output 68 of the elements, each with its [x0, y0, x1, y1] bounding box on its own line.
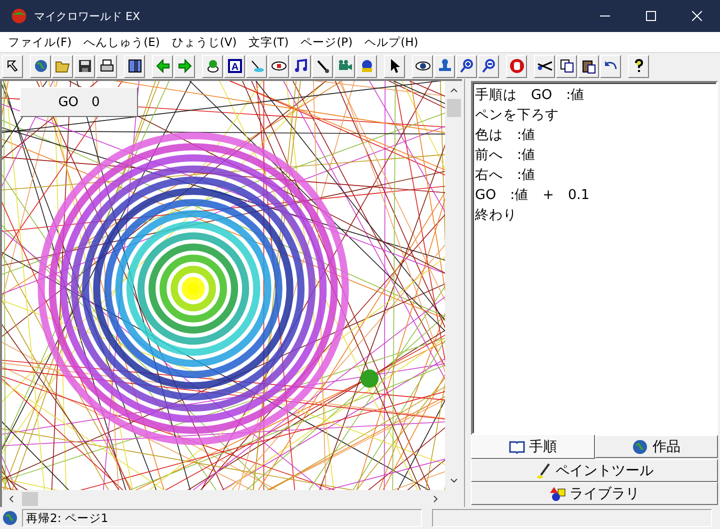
save-button[interactable]: [74, 54, 95, 78]
open-folder-button[interactable]: [52, 54, 73, 78]
code-line: GO :値 + 0.1: [475, 186, 590, 205]
stamp-icon: [436, 58, 452, 74]
undo-button[interactable]: [600, 54, 621, 78]
columns-button[interactable]: [124, 54, 145, 78]
right-arrow-button[interactable]: [174, 54, 195, 78]
cursor-button[interactable]: [384, 54, 405, 78]
menu-item[interactable]: へんしゅう(E): [80, 34, 168, 50]
menu-item[interactable]: ページ(P): [296, 34, 361, 50]
print-icon: [98, 58, 114, 74]
right-arrow-icon: [176, 58, 192, 74]
tab[interactable]: 手順: [471, 435, 594, 459]
pointer-button[interactable]: [2, 54, 23, 78]
print-button[interactable]: [96, 54, 117, 78]
menu-item[interactable]: 文字(T): [244, 34, 297, 50]
pointer-icon: [4, 58, 20, 74]
text-box-button[interactable]: A: [224, 54, 245, 78]
code-line: ペンを下ろす: [475, 106, 560, 125]
window-title: マイクロワールド EX: [34, 8, 140, 24]
close-icon[interactable]: [692, 11, 702, 21]
status-text: 再帰2: ページ1: [22, 509, 422, 527]
tab[interactable]: ライブラリ: [471, 482, 718, 505]
menu-item[interactable]: ヘルプ(H): [360, 34, 426, 50]
copy-button[interactable]: [556, 54, 577, 78]
paintbrush-icon: [536, 462, 552, 478]
stop-hand-icon: [508, 58, 524, 74]
stop-hand-button[interactable]: [506, 54, 527, 78]
columns-icon: [126, 58, 142, 74]
copy-icon: [558, 58, 574, 74]
tab[interactable]: 作品: [594, 435, 718, 458]
paste-button[interactable]: [578, 54, 599, 78]
globe-icon: [32, 58, 48, 74]
save-icon: [76, 58, 92, 74]
code-line: 右へ :値: [475, 166, 537, 185]
help-button[interactable]: [628, 54, 649, 78]
maximize-icon[interactable]: [646, 11, 656, 21]
camera-button[interactable]: [334, 54, 355, 78]
eye-button[interactable]: [412, 54, 433, 78]
globe-button[interactable]: [30, 54, 51, 78]
globe-icon: [632, 438, 648, 454]
scroll-thumb[interactable]: [446, 99, 460, 117]
scroll-thumb[interactable]: [22, 492, 38, 506]
stamp-button[interactable]: [434, 54, 455, 78]
zoom-out-button[interactable]: [478, 54, 499, 78]
music-note-icon: [292, 58, 308, 74]
menu-item[interactable]: ひょうじ(V): [168, 34, 245, 50]
code-line: 色は :値: [475, 126, 537, 145]
left-arrow-button[interactable]: [152, 54, 173, 78]
go-button[interactable]: GO 0: [20, 87, 138, 117]
menu-item[interactable]: ファイル(F): [4, 34, 80, 50]
zoom-in-button[interactable]: [456, 54, 477, 78]
paste-icon: [580, 58, 596, 74]
code-line: 前へ :値: [475, 146, 537, 165]
code-line: 手順は GO :値: [475, 86, 586, 105]
globe-icon: [2, 510, 18, 526]
zoom-in-icon: [458, 58, 474, 74]
zoom-out-icon: [480, 58, 496, 74]
book-icon: [508, 438, 525, 454]
music-note-button[interactable]: [290, 54, 311, 78]
scissors-button[interactable]: [534, 54, 555, 78]
code-line: 終わり: [475, 206, 518, 225]
shapes-icon: [550, 486, 566, 502]
procedure-editor[interactable]: 手順は GO :値 ペンを下ろす 色は :値 前へ :値 右へ :値 GO :値 + 0.1 終わり: [471, 81, 718, 435]
tab[interactable]: ペイントツール: [471, 459, 718, 482]
app-logo-icon: [10, 7, 28, 25]
text-box-icon: A: [226, 58, 242, 74]
left-arrow-icon: [154, 58, 170, 74]
